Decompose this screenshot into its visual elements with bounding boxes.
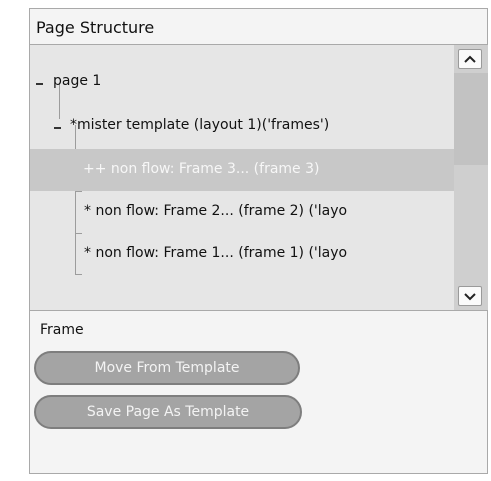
tree-item-frame-2[interactable]: * non flow: Frame 2... (frame 2) ('layo — [30, 191, 454, 233]
scroll-down-button[interactable] — [458, 286, 482, 306]
collapse-icon[interactable] — [36, 83, 43, 85]
tree-item-label: * non flow: Frame 2... (frame 2) ('layo — [84, 203, 348, 219]
tree-item-label: page 1 — [53, 73, 102, 89]
tree-item-mister-template[interactable]: *mister template (layout 1)('frames') — [30, 105, 454, 149]
move-from-template-button[interactable]: Move From Template — [34, 351, 300, 385]
page-structure-panel: Page Structure page 1 *mister template (… — [29, 8, 488, 474]
panel-title: Page Structure — [30, 9, 487, 45]
tree-scrollbar[interactable] — [454, 45, 488, 310]
chevron-down-icon — [464, 293, 476, 301]
scroll-thumb[interactable] — [454, 73, 488, 165]
frame-section-label: Frame — [40, 322, 84, 338]
frame-section: Frame Move From Template Save Page As Te… — [30, 310, 487, 473]
chevron-up-icon — [464, 55, 476, 63]
page-structure-tree[interactable]: page 1 *mister template (layout 1)('fram… — [30, 45, 454, 310]
tree-item-frame-1[interactable]: * non flow: Frame 1... (frame 1) ('layo — [30, 233, 454, 275]
tree-item-page-1[interactable]: page 1 — [30, 61, 454, 105]
tree-item-frame-3[interactable]: ++ non flow: Frame 3... (frame 3) — [30, 149, 454, 191]
collapse-icon[interactable] — [54, 127, 61, 129]
tree-item-label: ++ non flow: Frame 3... (frame 3) — [83, 161, 320, 177]
tree-item-label: *mister template (layout 1)('frames') — [70, 117, 330, 133]
save-page-as-template-button[interactable]: Save Page As Template — [34, 395, 302, 429]
scroll-up-button[interactable] — [458, 49, 482, 69]
tree-item-label: * non flow: Frame 1... (frame 1) ('layo — [84, 245, 348, 261]
